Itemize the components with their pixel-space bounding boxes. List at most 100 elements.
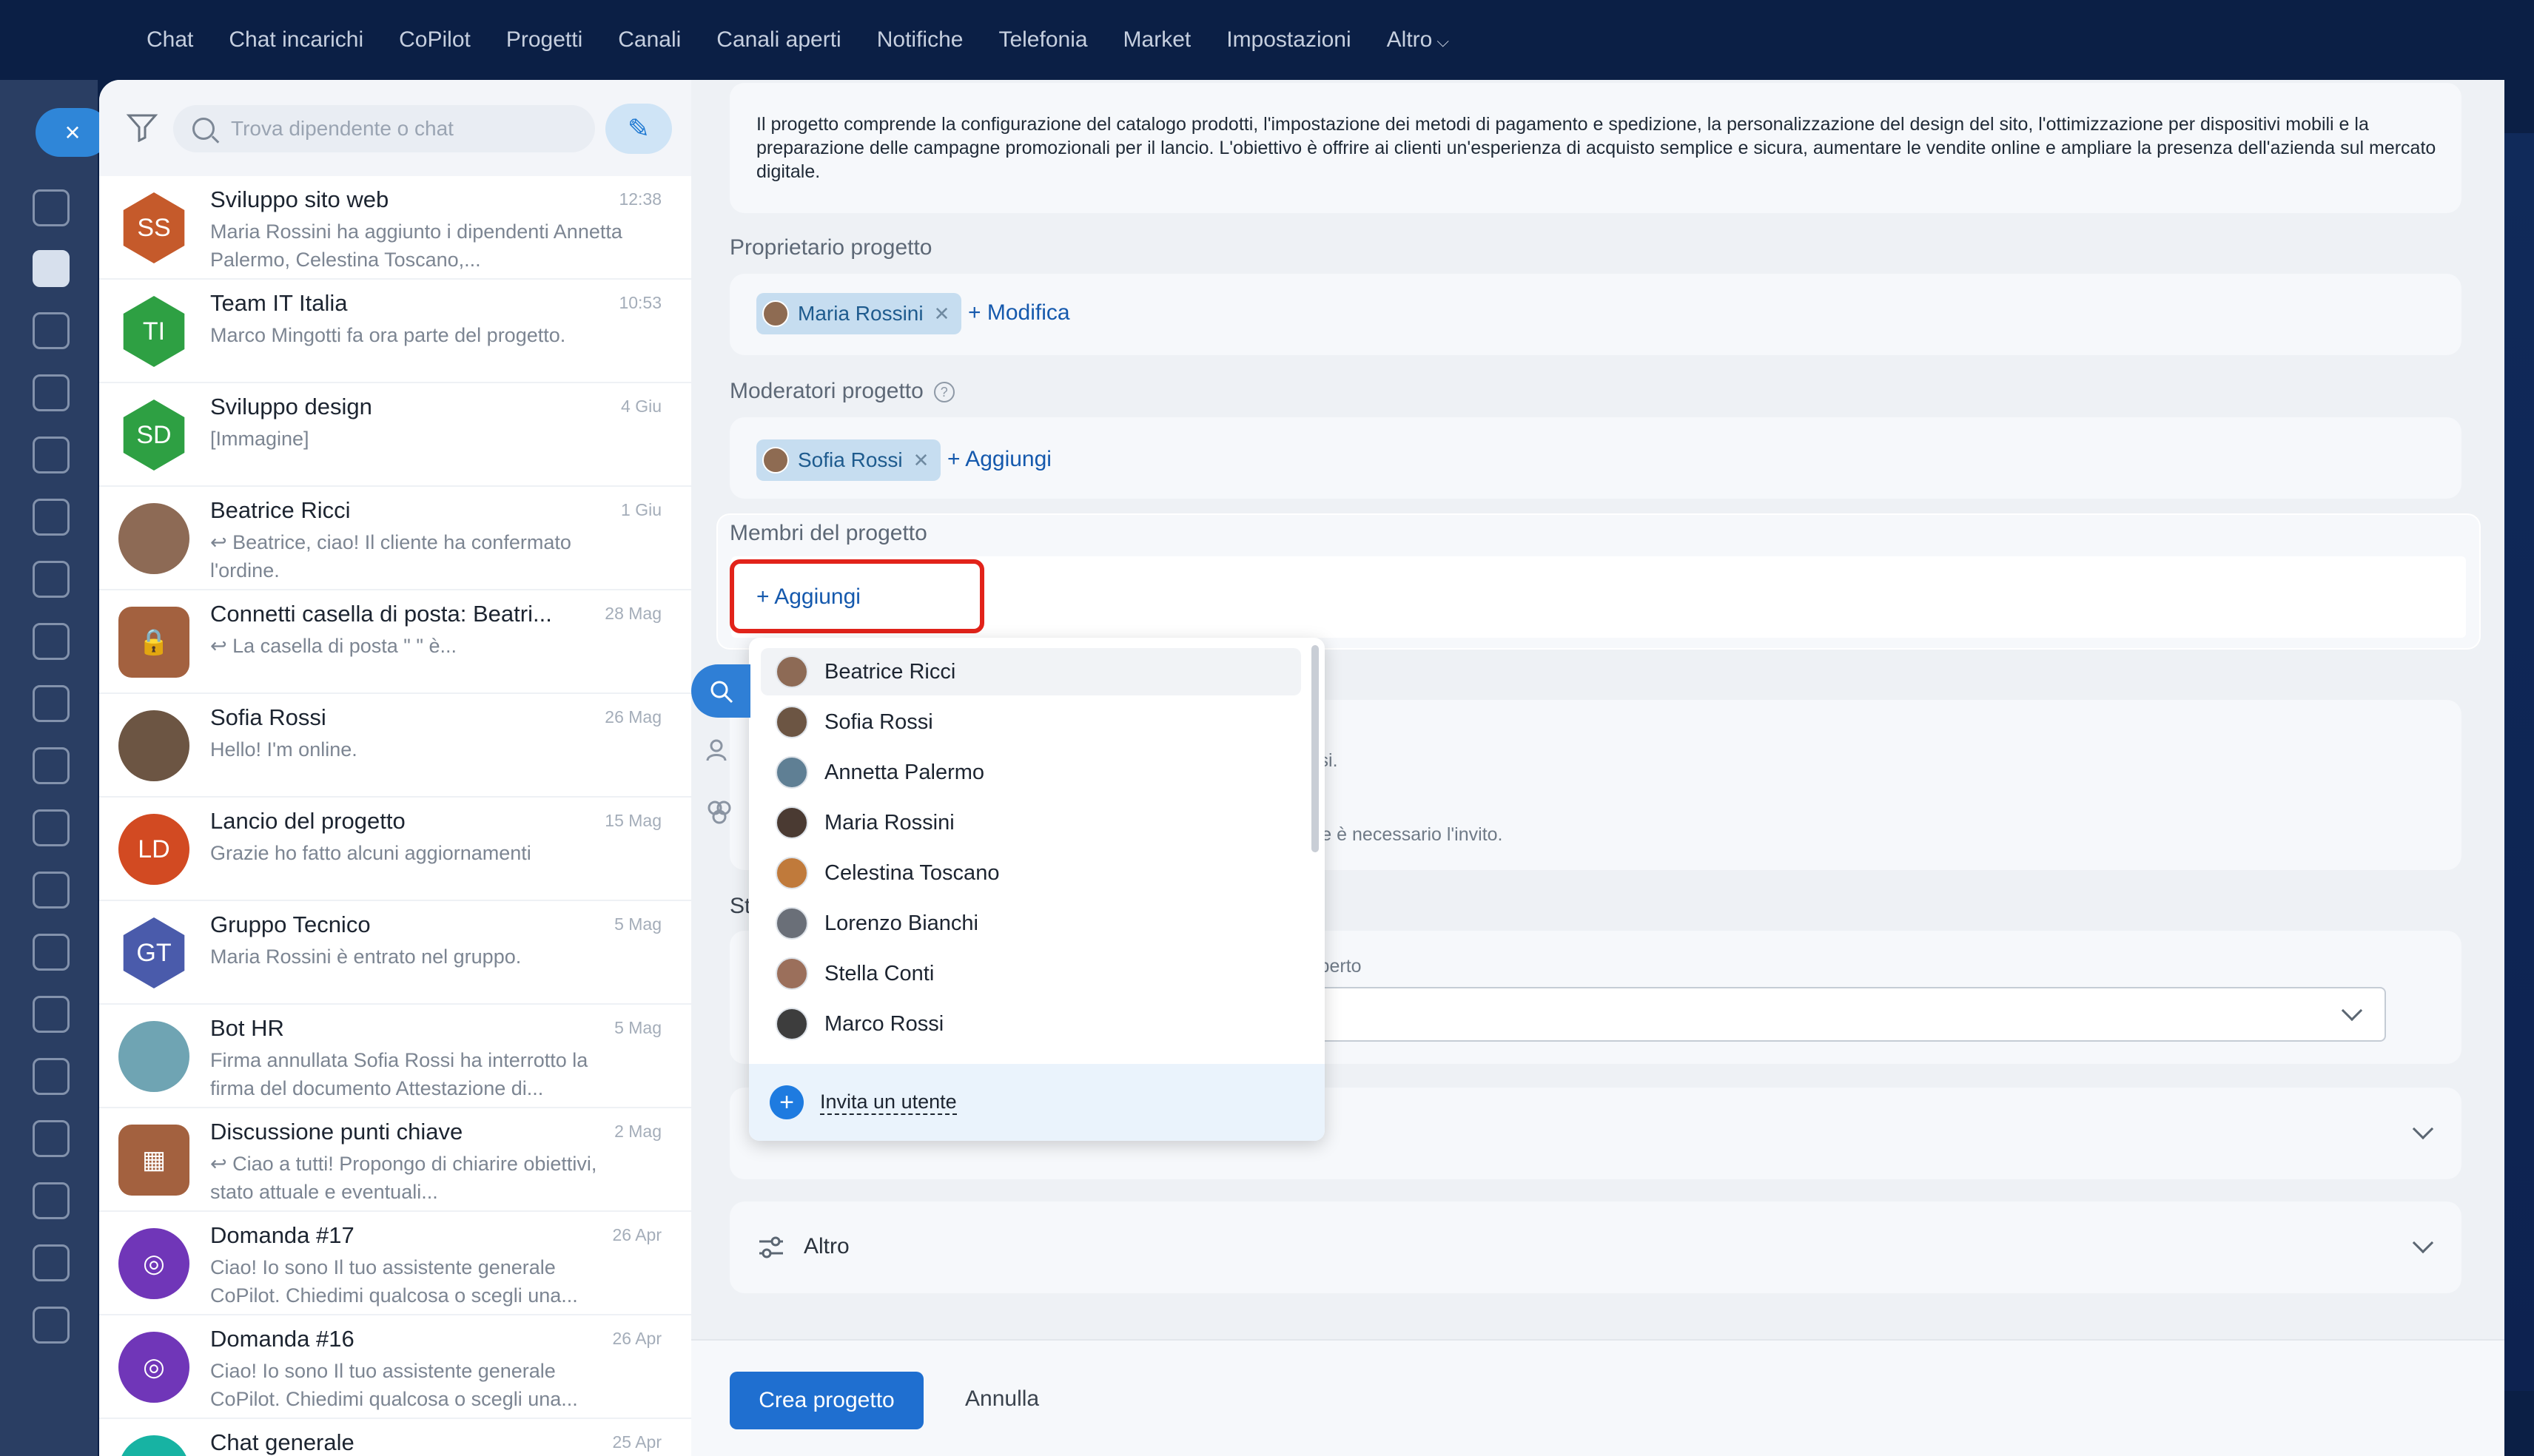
chat-title: Lancio del progetto	[210, 808, 406, 834]
nav-impostazioni[interactable]: Impostazioni	[1226, 27, 1351, 53]
chat-list-panel: Trova dipendente o chat ✎ SS Sviluppo sit…	[99, 80, 691, 1456]
dropdown-user-item[interactable]: Maria Rossini	[761, 799, 1301, 846]
schedule-icon[interactable]	[33, 1120, 70, 1157]
chat-list-item[interactable]: Chat generale 25 Apr	[99, 1419, 691, 1456]
chat-avatar	[118, 1021, 189, 1092]
chat-avatar: ▦	[118, 1125, 189, 1196]
owner-edit-link[interactable]: + Modifica	[968, 300, 1070, 326]
nav-canali-aperti[interactable]: Canali aperti	[716, 27, 841, 53]
chat-list-item[interactable]: 🔒 Connetti casella di posta: Beatri... 28 …	[99, 590, 691, 694]
mail-icon[interactable]	[33, 747, 70, 784]
filter-funnel-icon[interactable]	[33, 809, 70, 846]
chat-list-item[interactable]: TI Team IT Italia 10:53 Marco Mingotti fa o…	[99, 280, 691, 383]
members-label: Membri del progetto	[730, 521, 927, 545]
groups-icon[interactable]	[705, 798, 734, 827]
close-icon[interactable]: ×	[36, 108, 110, 157]
dropdown-scrollbar[interactable]	[1311, 645, 1319, 852]
moderator-name: Sofia Rossi	[798, 448, 903, 471]
nav-copilot[interactable]: CoPilot	[399, 27, 471, 53]
copilot-icon[interactable]	[33, 312, 70, 349]
search-input[interactable]: Trova dipendente o chat	[173, 105, 595, 152]
calendar-icon[interactable]	[33, 499, 70, 536]
user-avatar	[776, 706, 808, 738]
nav-altro[interactable]: Altro ⌵	[1387, 27, 1449, 53]
chat-preview: ↩ La casella di posta " " è...	[210, 635, 457, 657]
dropdown-user-item[interactable]: Annetta Palermo	[761, 749, 1301, 796]
cancel-button[interactable]: Annulla	[965, 1386, 1039, 1412]
side-search-button[interactable]	[691, 664, 750, 718]
chat-title: Discussione punti chiave	[210, 1119, 463, 1145]
users-icon[interactable]	[705, 735, 734, 765]
chat-title: Bot HR	[210, 1015, 284, 1041]
notes-icon[interactable]	[33, 437, 70, 473]
chat-time: 15 Mag	[605, 811, 662, 830]
nav-chat[interactable]: Chat	[147, 27, 193, 53]
user-avatar	[776, 907, 808, 940]
dropdown-user-item[interactable]: Sofia Rossi	[761, 698, 1301, 746]
nav-notifiche[interactable]: Notifiche	[877, 27, 964, 53]
settings-icon[interactable]	[33, 1244, 70, 1281]
chat-list-item[interactable]: Beatrice Ricci 1 Giu ↩ Beatrice, ciao! Il …	[99, 487, 691, 590]
moderator-avatar	[762, 447, 789, 473]
edit-icon[interactable]	[33, 1307, 70, 1344]
cart-icon[interactable]	[33, 872, 70, 909]
help-icon[interactable]: ?	[933, 382, 955, 403]
dropdown-user-item[interactable]: Marco Rossi	[761, 1000, 1301, 1048]
members-input[interactable]	[731, 556, 2466, 638]
chat-time: 5 Mag	[614, 1018, 662, 1037]
chat-icon[interactable]	[33, 189, 70, 226]
moderator-add-link[interactable]: + Aggiungi	[947, 447, 1052, 472]
compose-button[interactable]: ✎	[605, 104, 672, 154]
owner-field: Maria Rossini ✕ + Modifica	[730, 274, 2461, 355]
channels-icon[interactable]	[33, 374, 70, 411]
description-text: Il progetto comprende la configurazione …	[756, 114, 2436, 182]
section-label-partial: St	[730, 894, 751, 918]
chat-preview: Maria Rossini ha aggiunto i dipendenti A…	[210, 220, 622, 271]
dropdown-user-item[interactable]: Lorenzo Bianchi	[761, 900, 1301, 947]
status-select[interactable]	[1317, 987, 2386, 1042]
stats-icon[interactable]	[33, 1182, 70, 1219]
tasks-icon[interactable]	[33, 250, 70, 287]
nav-chat-incarichi[interactable]: Chat incarichi	[229, 27, 363, 53]
filter-icon[interactable]	[126, 112, 158, 142]
chat-title: Sviluppo design	[210, 394, 372, 419]
dropdown-user-item[interactable]: Stella Conti	[761, 950, 1301, 997]
building-icon[interactable]	[33, 934, 70, 971]
chat-time: 2 Mag	[614, 1122, 662, 1141]
invite-user-button[interactable]: + Invita un utente	[749, 1064, 1325, 1141]
chat-preview: Ciao! Io sono Il tuo assistente generale…	[210, 1256, 578, 1307]
nav-market[interactable]: Market	[1123, 27, 1192, 53]
id-card-icon[interactable]	[33, 996, 70, 1033]
drive-icon[interactable]	[33, 685, 70, 722]
nav-progetti[interactable]: Progetti	[506, 27, 582, 53]
moderator-chip[interactable]: Sofia Rossi ✕	[756, 439, 941, 481]
nav-telefonia[interactable]: Telefonia	[998, 27, 1087, 53]
chat-list-item[interactable]: ◎ Domanda #16 26 Apr Ciao! Io sono Il tuo a…	[99, 1315, 691, 1419]
chat-list-item[interactable]: GT Gruppo Tecnico 5 Mag Maria Rossini è ent…	[99, 901, 691, 1005]
create-project-button[interactable]: Crea progetto	[730, 1372, 924, 1429]
library-icon[interactable]	[33, 1058, 70, 1095]
plus-icon: +	[770, 1085, 804, 1119]
chat-list-item[interactable]: ◎ Domanda #17 26 Apr Ciao! Io sono Il tuo a…	[99, 1212, 691, 1315]
chat-list-item[interactable]: SD Sviluppo design 4 Giu [Immagine]	[99, 383, 691, 487]
dropdown-user-item[interactable]: Beatrice Ricci	[761, 648, 1301, 695]
members-section: Membri del progetto + Aggiungi	[718, 515, 2479, 648]
user-name: Marco Rossi	[824, 1011, 944, 1036]
owner-chip[interactable]: Maria Rossini ✕	[756, 293, 962, 334]
description-section[interactable]: Il progetto comprende la configurazione …	[730, 83, 2461, 213]
remove-icon[interactable]: ✕	[934, 303, 950, 326]
chat-list-item[interactable]: ▦ Discussione punti chiave 2 Mag ↩ Ciao a t…	[99, 1108, 691, 1212]
chat-list-item[interactable]: Bot HR 5 Mag Firma annullata Sofia Rossi h…	[99, 1005, 691, 1108]
nav-canali[interactable]: Canali	[618, 27, 681, 53]
user-name: Beatrice Ricci	[824, 659, 956, 684]
dropdown-user-item[interactable]: Celestina Toscano	[761, 849, 1301, 897]
document-icon[interactable]	[33, 561, 70, 598]
chat-list-item[interactable]: SS Sviluppo sito web 12:38 Maria Rossini ha…	[99, 176, 691, 280]
more-row[interactable]: Altro	[730, 1201, 2461, 1293]
chat-avatar: LD	[118, 814, 189, 885]
chat-list-item[interactable]: LD Lancio del progetto 15 Mag Grazie ho fat…	[99, 798, 691, 901]
remove-icon[interactable]: ✕	[913, 449, 930, 472]
board-icon[interactable]	[33, 623, 70, 660]
chat-list-item[interactable]: Sofia Rossi 26 Mag Hello! I'm online.	[99, 694, 691, 798]
chat-avatar: GT	[123, 917, 185, 988]
